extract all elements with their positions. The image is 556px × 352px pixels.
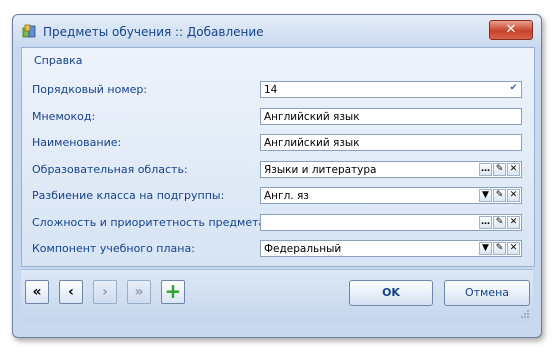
footer-bar: « ‹ › » + OK Отмена: [21, 269, 533, 322]
clear-icon[interactable]: ✕: [507, 163, 520, 176]
chevron-right-icon: ›: [102, 284, 108, 300]
subgroups-select[interactable]: Англ. яз ▼ ✎ ✕: [260, 187, 522, 204]
double-chevron-left-icon: «: [32, 284, 42, 300]
next-record-button[interactable]: ›: [93, 280, 117, 304]
double-chevron-right-icon: »: [134, 284, 144, 300]
chevron-left-icon: ‹: [68, 284, 74, 300]
dialog-window: Предметы обучения :: Добавление ✕ Справк…: [12, 14, 542, 338]
resize-grip-icon[interactable]: [520, 309, 530, 319]
field-label-mnemocode: Мнемокод:: [32, 110, 96, 123]
field-label-complexity: Сложность и приоритетность предмета:: [32, 216, 269, 229]
field-label-curriculum-component: Компонент учебного плана:: [32, 242, 195, 255]
window-title: Предметы обучения :: Добавление: [43, 25, 264, 39]
edit-icon[interactable]: ✎: [493, 216, 506, 229]
app-icon: [22, 24, 36, 38]
add-record-button[interactable]: +: [161, 280, 185, 304]
name-input[interactable]: Английский язык: [260, 134, 522, 151]
ok-button[interactable]: OK: [349, 280, 433, 306]
close-button[interactable]: ✕: [489, 20, 533, 40]
dropdown-arrow-icon[interactable]: ▼: [479, 242, 492, 255]
clear-icon[interactable]: ✕: [507, 216, 520, 229]
last-record-button[interactable]: »: [127, 280, 151, 304]
edit-icon[interactable]: ✎: [493, 189, 506, 202]
field-label-order-number: Порядковый номер:: [32, 83, 148, 96]
dropdown-arrow-icon[interactable]: ▼: [479, 189, 492, 202]
order-number-value: 14: [264, 84, 278, 96]
clear-icon[interactable]: ✕: [507, 189, 520, 202]
name-value: Английский язык: [264, 137, 360, 149]
mnemocode-input[interactable]: Английский язык: [260, 108, 522, 125]
edit-icon[interactable]: ✎: [493, 242, 506, 255]
education-area-field[interactable]: Языки и литература … ✎ ✕: [260, 161, 522, 178]
field-label-name: Наименование:: [32, 136, 122, 149]
form-panel: Справка Порядковый номер: 14 ✔ Мнемокод:…: [21, 47, 535, 267]
curriculum-component-select[interactable]: Федеральный ▼ ✎ ✕: [260, 240, 522, 257]
mnemocode-value: Английский язык: [264, 111, 360, 123]
checkmark-icon[interactable]: ✔: [507, 83, 520, 96]
plus-icon: +: [164, 279, 182, 303]
title-bar[interactable]: Предметы обучения :: Добавление ✕: [13, 15, 541, 47]
education-area-value: Языки и литература: [264, 164, 377, 176]
prev-record-button[interactable]: ‹: [59, 280, 83, 304]
edit-icon[interactable]: ✎: [493, 163, 506, 176]
complexity-field[interactable]: … ✎ ✕: [260, 214, 522, 231]
curriculum-component-value: Федеральный: [264, 243, 342, 255]
field-label-subgroups: Разбиение класса на подгруппы:: [32, 189, 225, 202]
menu-help[interactable]: Справка: [34, 54, 82, 67]
ellipsis-icon[interactable]: …: [479, 163, 492, 176]
close-icon: ✕: [505, 22, 517, 37]
clear-icon[interactable]: ✕: [507, 242, 520, 255]
first-record-button[interactable]: «: [25, 280, 49, 304]
field-label-education-area: Образовательная область:: [32, 163, 188, 176]
order-number-field[interactable]: 14 ✔: [260, 81, 522, 98]
cancel-button[interactable]: Отмена: [444, 280, 530, 306]
subgroups-value: Англ. яз: [264, 190, 309, 202]
ellipsis-icon[interactable]: …: [479, 216, 492, 229]
